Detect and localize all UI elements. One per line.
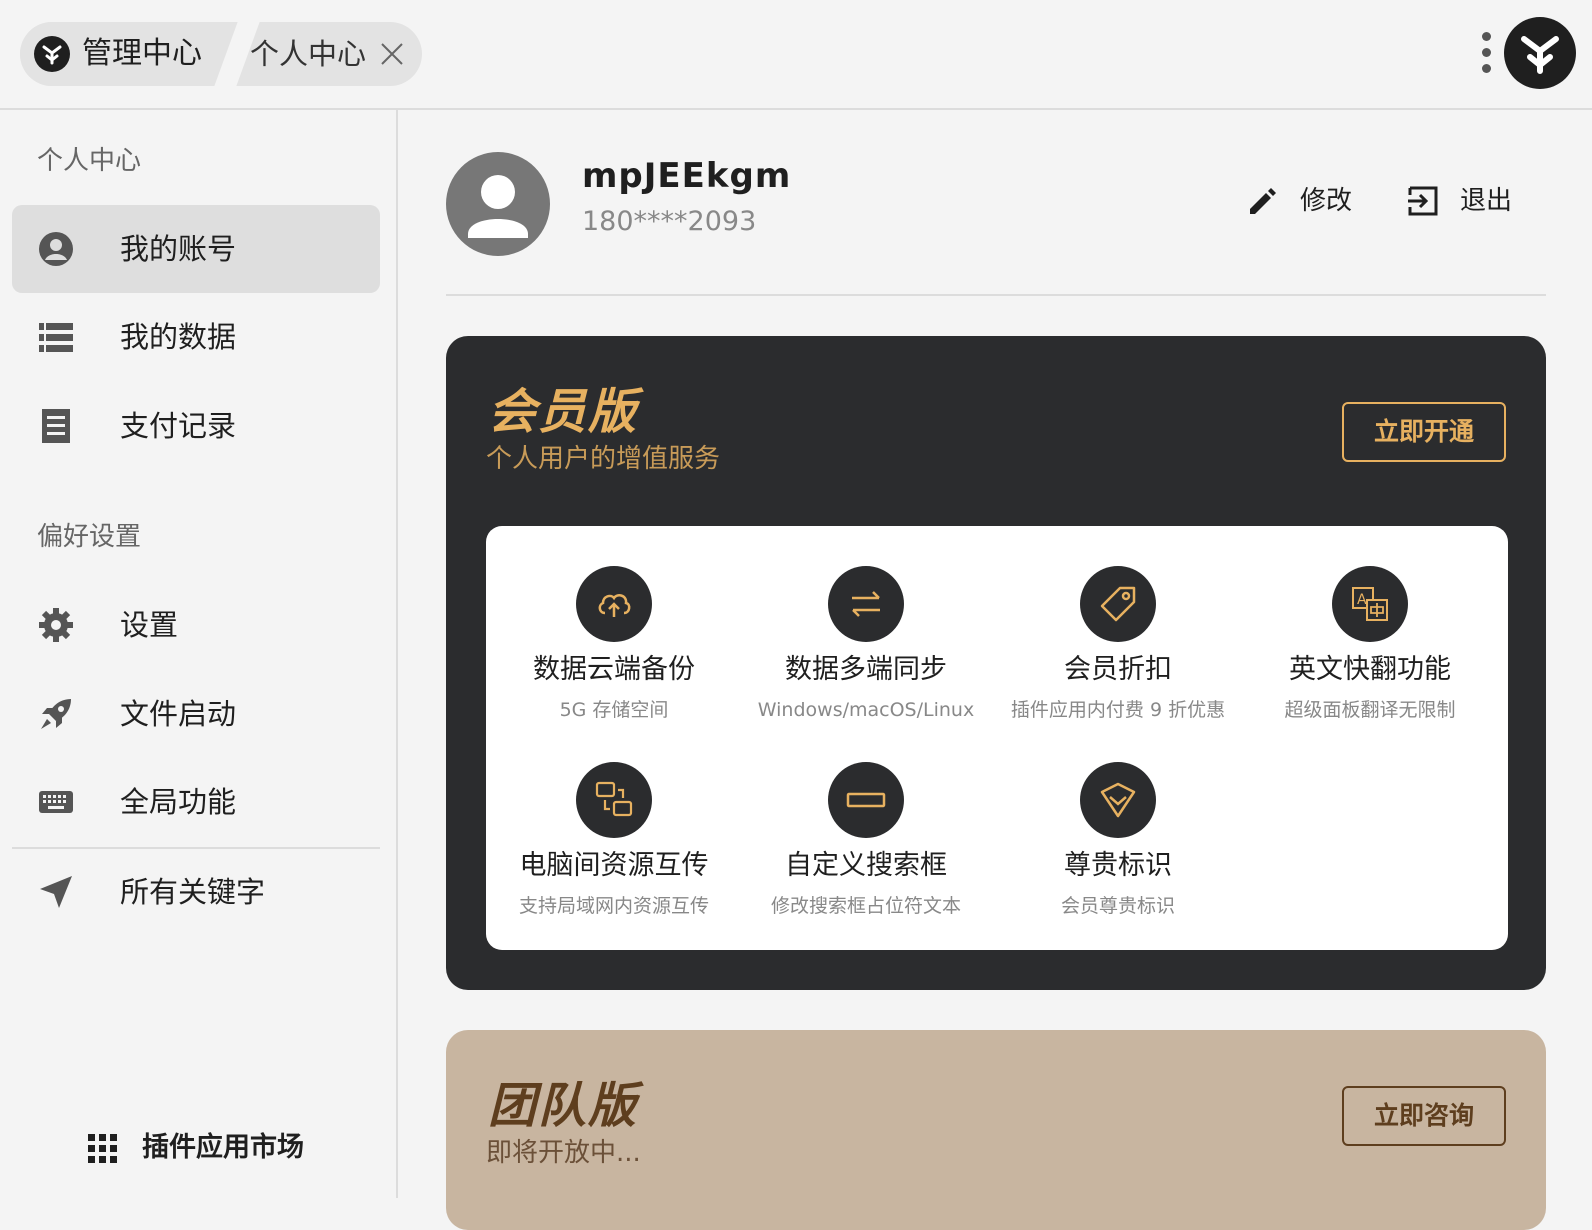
sidebar-section-preferences: 偏好设置	[37, 522, 142, 552]
consult-button[interactable]: 立即咨询	[1342, 1086, 1506, 1146]
translate-icon: A	[1332, 566, 1408, 642]
team-subtitle: 即将开放中...	[486, 1138, 641, 1168]
vip-title: 会员版	[488, 384, 639, 440]
sidebar-item-global-features[interactable]: 全局功能	[12, 758, 380, 846]
app-logo-icon	[34, 36, 70, 72]
tab-management-center[interactable]: 管理中心	[20, 22, 250, 86]
feature-discount: 会员折扣 插件应用内付费 9 折优惠	[990, 566, 1246, 756]
feature-vip-badge: 尊贵标识 会员尊贵标识	[990, 762, 1246, 952]
sidebar: 个人中心 我的账号 我的数据 支付记录 偏好设置 设置 文件启动 全局功能 所有…	[0, 110, 398, 1198]
top-bar: 管理中心 个人中心	[0, 0, 1592, 110]
feature-title: 会员折扣	[1064, 654, 1172, 685]
vip-features-panel: 数据云端备份 5G 存储空间 数据多端同步 Windows/macOS/Linu…	[486, 526, 1508, 950]
logout-icon	[1406, 184, 1440, 218]
tab-strip: 管理中心 个人中心	[20, 22, 422, 86]
sidebar-item-label: 设置	[120, 608, 179, 642]
sidebar-item-file-launch[interactable]: 文件启动	[12, 670, 380, 758]
feature-pc-transfer: 电脑间资源互传 支持局域网内资源互传	[486, 762, 742, 952]
devices-transfer-icon	[576, 762, 652, 838]
svg-text:A: A	[1357, 592, 1367, 608]
sync-arrows-icon	[828, 566, 904, 642]
close-icon[interactable]	[376, 38, 408, 70]
vip-card: 会员版 个人用户的增值服务 立即开通 数据云端备份 5G 存储空间 数据多端同步…	[446, 336, 1546, 990]
list-icon	[38, 319, 74, 355]
username: mpJEEkgm	[582, 156, 792, 196]
plugin-market-button[interactable]: 插件应用市场	[88, 1128, 348, 1168]
feature-title: 英文快翻功能	[1289, 654, 1451, 685]
feature-title: 数据云端备份	[533, 654, 695, 685]
team-title: 团队版	[488, 1078, 639, 1134]
gear-icon	[38, 607, 74, 643]
feature-desc: 5G 存储空间	[559, 699, 669, 721]
diamond-icon	[1080, 762, 1156, 838]
account-circle-icon	[38, 231, 74, 267]
sidebar-section-personal: 个人中心	[37, 146, 142, 176]
feature-title: 电脑间资源互传	[519, 850, 709, 881]
search-box-icon	[828, 762, 904, 838]
logout-label: 退出	[1460, 186, 1513, 216]
sidebar-item-label: 支付记录	[120, 409, 237, 443]
logout-button[interactable]: 退出	[1406, 180, 1526, 222]
receipt-icon	[38, 408, 74, 444]
team-card: 团队版 即将开放中... 立即咨询	[446, 1030, 1546, 1230]
sidebar-item-my-account[interactable]: 我的账号	[12, 205, 380, 293]
app-logo-icon[interactable]	[1504, 17, 1576, 89]
grid-icon	[88, 1134, 118, 1164]
more-vertical-icon[interactable]	[1480, 30, 1492, 76]
feature-custom-searchbox: 自定义搜索框 修改搜索框占位符文本	[738, 762, 994, 952]
feature-title: 自定义搜索框	[785, 850, 947, 881]
activate-vip-button[interactable]: 立即开通	[1342, 402, 1506, 462]
sidebar-item-label: 所有关键字	[120, 875, 266, 909]
edit-label: 修改	[1300, 186, 1353, 216]
vip-subtitle: 个人用户的增值服务	[486, 444, 721, 474]
avatar	[446, 152, 550, 256]
keyboard-icon	[38, 784, 74, 820]
feature-title: 数据多端同步	[785, 654, 947, 685]
sidebar-item-label: 我的数据	[120, 320, 237, 354]
send-icon	[38, 874, 74, 910]
main-content: mpJEEkgm 180****2093 修改 退出 会员版 个人用户的增值服务…	[398, 110, 1592, 1230]
sidebar-item-my-data[interactable]: 我的数据	[12, 293, 380, 381]
pencil-icon	[1246, 184, 1280, 218]
feature-quick-translate: A 英文快翻功能 超级面板翻译无限制	[1242, 566, 1498, 756]
sidebar-item-all-keywords[interactable]: 所有关键字	[12, 848, 380, 936]
edit-profile-button[interactable]: 修改	[1246, 180, 1366, 222]
sidebar-item-label: 我的账号	[120, 232, 237, 266]
sidebar-item-label: 全局功能	[120, 785, 237, 819]
feature-title: 尊贵标识	[1064, 850, 1172, 881]
profile-divider	[446, 294, 1546, 296]
tab-label: 管理中心	[82, 36, 202, 71]
feature-desc: 插件应用内付费 9 折优惠	[1010, 699, 1226, 721]
feature-desc: Windows/macOS/Linux	[757, 699, 975, 721]
rocket-icon	[38, 696, 74, 732]
cloud-upload-icon	[576, 566, 652, 642]
feature-desc: 支持局域网内资源互传	[518, 895, 709, 917]
feature-desc: 会员尊贵标识	[1060, 895, 1175, 917]
tag-icon	[1080, 566, 1156, 642]
plugin-market-label: 插件应用市场	[142, 1132, 304, 1163]
feature-cloud-backup: 数据云端备份 5G 存储空间	[486, 566, 742, 756]
feature-multi-sync: 数据多端同步 Windows/macOS/Linux	[738, 566, 994, 756]
sidebar-item-payment-records[interactable]: 支付记录	[12, 382, 380, 470]
feature-desc: 修改搜索框占位符文本	[770, 895, 961, 917]
sidebar-item-settings[interactable]: 设置	[12, 581, 380, 669]
phone-number: 180****2093	[582, 206, 757, 237]
feature-desc: 超级面板翻译无限制	[1284, 699, 1456, 721]
sidebar-item-label: 文件启动	[120, 697, 237, 731]
tab-personal-center[interactable]: 个人中心	[250, 34, 366, 74]
